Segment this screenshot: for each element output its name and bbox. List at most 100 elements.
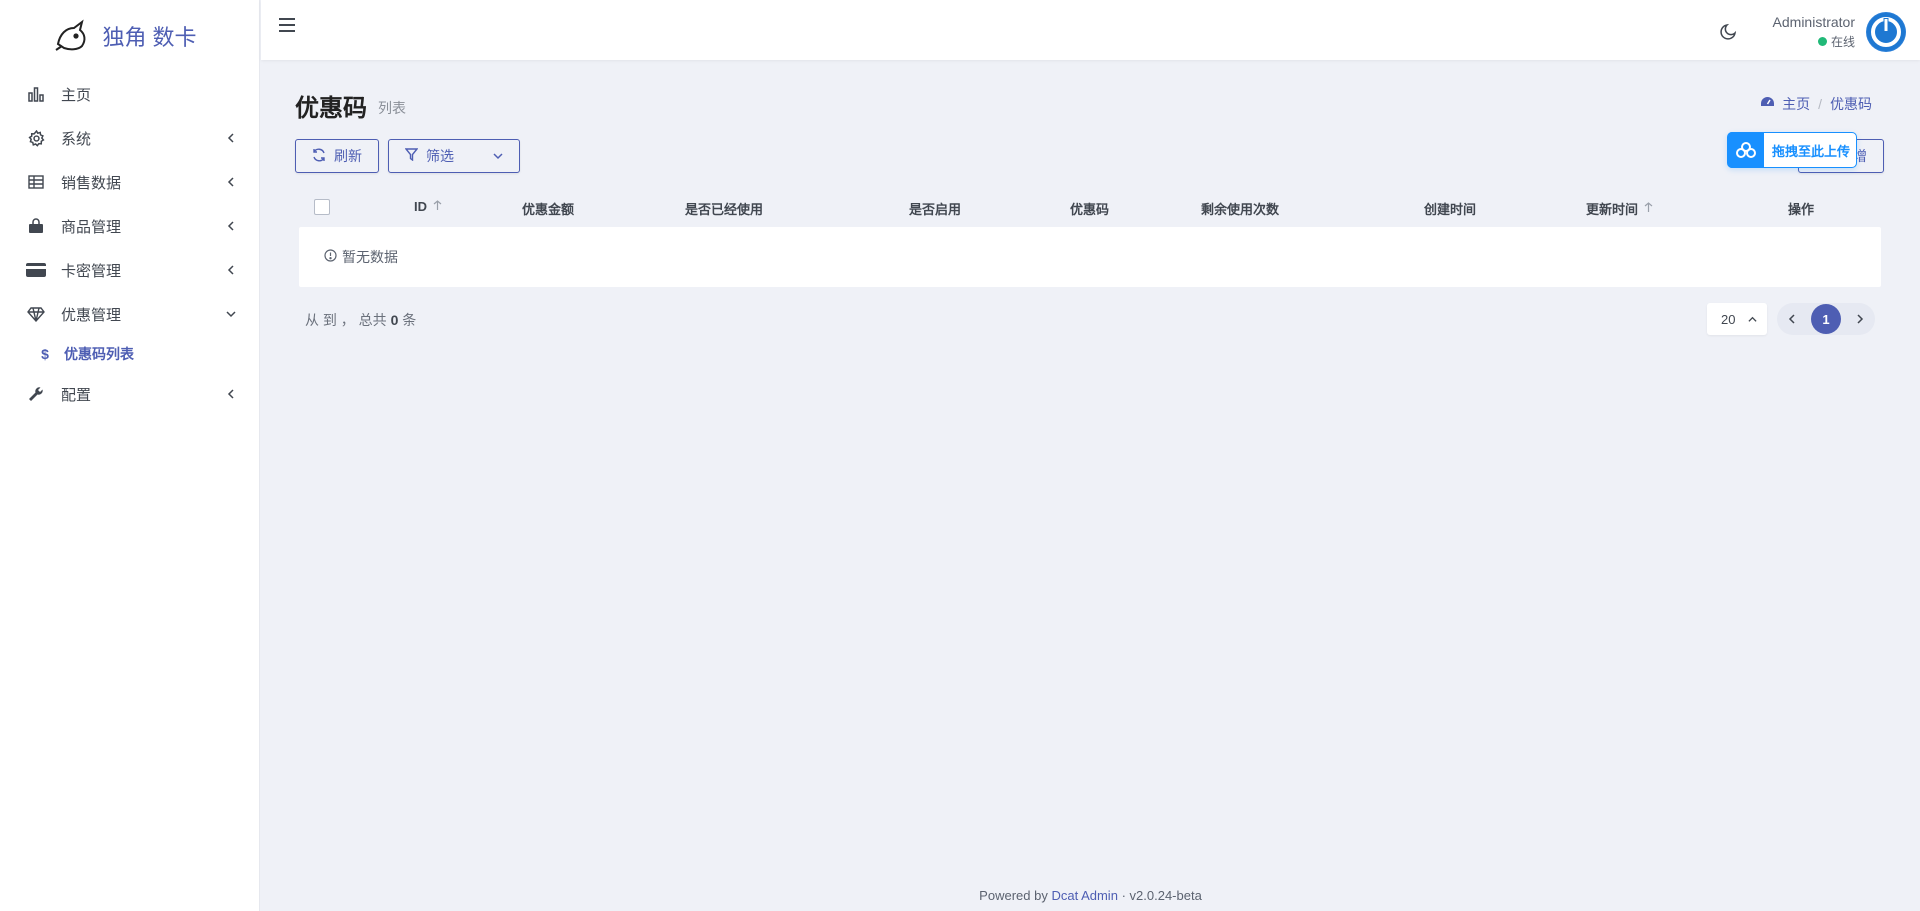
footer-separator: · <box>1121 888 1126 903</box>
column-header-remaining: 剩余使用次数 <box>1201 199 1279 218</box>
footer: Powered by Dcat Admin · v2.0.24-beta <box>261 888 1920 903</box>
info-circle-icon <box>324 249 337 265</box>
refresh-icon <box>312 148 326 165</box>
sidebar-item-config[interactable]: 配置 <box>0 372 259 416</box>
per-page-value: 20 <box>1721 311 1736 327</box>
sort-arrow-icon <box>1644 201 1653 216</box>
sidebar-item-label: 配置 <box>61 386 92 404</box>
column-header-created: 创建时间 <box>1424 199 1476 218</box>
column-header-label: ID <box>414 199 427 214</box>
breadcrumb-home[interactable]: 主页 <box>1782 94 1810 114</box>
filter-button[interactable]: 筛选 <box>388 139 520 173</box>
footer-version: v2.0.24-beta <box>1129 888 1202 903</box>
drag-upload-badge[interactable]: 拖拽至此上传 <box>1727 132 1857 168</box>
table-header: ID 优惠金额 是否已经使用 是否启用 优惠码 剩余使用次数 创建时间 更新时间… <box>299 187 1881 227</box>
sidebar-item-label: 商品管理 <box>61 218 122 236</box>
top-header: Administrator 在线 <box>261 0 1920 60</box>
user-status-text: 在线 <box>1830 35 1855 49</box>
sidebar-subitem-coupon-list[interactable]: $ 优惠码列表 <box>0 336 259 372</box>
dark-mode-toggle-icon[interactable] <box>1720 22 1740 42</box>
breadcrumb-separator: / <box>1818 96 1822 112</box>
sidebar-nav: 主页 系统 销售数据 商品管理 卡密管理 优惠管理 $ 优惠码列表 配置 <box>0 72 259 416</box>
column-header-label: 创建时间 <box>1424 202 1477 217</box>
online-dot-icon <box>1817 37 1827 46</box>
sidebar-item-label: 优惠管理 <box>61 306 122 324</box>
chevron-left-icon <box>223 386 239 402</box>
prev-page-icon[interactable] <box>1787 311 1797 328</box>
refresh-label: 刷新 <box>334 148 362 164</box>
main-content: 优惠码 列表 主页 / 优惠码 刷新 筛选 增 拖拽至此上传 ID 优惠金额 是… <box>261 60 1920 911</box>
bag-icon <box>26 216 46 236</box>
footer-link[interactable]: Dcat Admin <box>1051 888 1117 903</box>
column-header-label: 剩余使用次数 <box>1201 202 1280 217</box>
filter-label: 筛选 <box>426 148 454 164</box>
column-header-id[interactable]: ID <box>414 199 442 214</box>
diamond-icon <box>26 304 46 324</box>
sidebar-item-label: 系统 <box>61 130 92 148</box>
column-header-used: 是否已经使用 <box>685 199 763 218</box>
user-name[interactable]: Administrator <box>1773 14 1855 30</box>
page-subtitle: 列表 <box>378 100 406 116</box>
page-title: 优惠码 <box>295 95 367 122</box>
summary-suffix: 条 <box>402 312 417 328</box>
total-count: 0 <box>390 312 399 328</box>
dollar-icon: $ <box>41 346 49 362</box>
sidebar: 独角 数卡 主页 系统 销售数据 商品管理 卡密管理 优惠管理 $ 优惠码列表 … <box>0 0 260 911</box>
refresh-button[interactable]: 刷新 <box>295 139 379 173</box>
chevron-down-icon <box>493 148 503 164</box>
sidebar-subitem-label: 优惠码列表 <box>64 346 134 362</box>
column-header-label: 更新时间 <box>1586 202 1639 217</box>
per-page-select[interactable]: 20 <box>1707 303 1767 335</box>
breadcrumb: 主页 / 优惠码 <box>1761 94 1872 114</box>
column-header-updated[interactable]: 更新时间 <box>1586 199 1653 218</box>
column-header-label: 操作 <box>1788 202 1815 217</box>
pagination: 1 <box>1777 303 1875 335</box>
column-header-label: 优惠码 <box>1070 202 1110 217</box>
sidebar-item-label: 卡密管理 <box>61 262 122 280</box>
menu-toggle-icon[interactable] <box>279 18 297 36</box>
sidebar-item-products[interactable]: 商品管理 <box>0 204 259 248</box>
page-number-current[interactable]: 1 <box>1811 304 1841 334</box>
empty-text: 暂无数据 <box>342 249 398 265</box>
card-icon <box>26 260 46 280</box>
sidebar-item-discounts[interactable]: 优惠管理 <box>0 292 259 336</box>
chevron-up-icon <box>1748 312 1757 327</box>
breadcrumb-current: 优惠码 <box>1830 96 1872 112</box>
avatar[interactable] <box>1866 12 1906 52</box>
sidebar-item-sales[interactable]: 销售数据 <box>0 160 259 204</box>
column-header-enabled: 是否启用 <box>909 199 961 218</box>
sidebar-item-cards[interactable]: 卡密管理 <box>0 248 259 292</box>
sidebar-item-label: 主页 <box>61 86 92 104</box>
unicorn-logo-icon <box>55 19 86 51</box>
chevron-left-icon <box>223 130 239 146</box>
chevron-left-icon <box>223 262 239 278</box>
column-header-label: 是否启用 <box>909 202 962 217</box>
gear-icon <box>26 128 46 148</box>
brand-name: 独角 数卡 <box>102 25 197 50</box>
sidebar-item-system[interactable]: 系统 <box>0 116 259 160</box>
next-page-icon[interactable] <box>1855 311 1865 328</box>
empty-state: 暂无数据 <box>324 247 398 267</box>
brand[interactable]: 独角 数卡 <box>0 0 259 72</box>
filter-icon <box>404 148 419 164</box>
wrench-icon <box>26 384 46 404</box>
chevron-left-icon <box>223 218 239 234</box>
table-body: 暂无数据 <box>299 227 1881 287</box>
user-status: 在线 <box>1817 33 1855 50</box>
sidebar-item-label: 销售数据 <box>61 174 122 192</box>
column-header-actions: 操作 <box>1788 199 1814 218</box>
sidebar-item-home[interactable]: 主页 <box>0 72 259 116</box>
cloud-upload-icon <box>1728 132 1764 168</box>
bar-chart-icon <box>26 84 46 104</box>
column-header-code: 优惠码 <box>1070 199 1109 218</box>
column-header-label: 是否已经使用 <box>685 202 764 217</box>
column-header-amount: 优惠金额 <box>522 199 574 218</box>
chevron-down-icon <box>223 306 239 322</box>
pagination-summary: 从 到 ， 总共 0 条 <box>305 310 416 330</box>
footer-powered-by: Powered by <box>979 888 1048 903</box>
summary-prefix: 从 到 ， 总共 <box>305 312 387 328</box>
column-header-label: 优惠金额 <box>522 202 575 217</box>
chevron-left-icon <box>223 174 239 190</box>
table-icon <box>26 172 46 192</box>
select-all-checkbox[interactable] <box>314 199 330 215</box>
